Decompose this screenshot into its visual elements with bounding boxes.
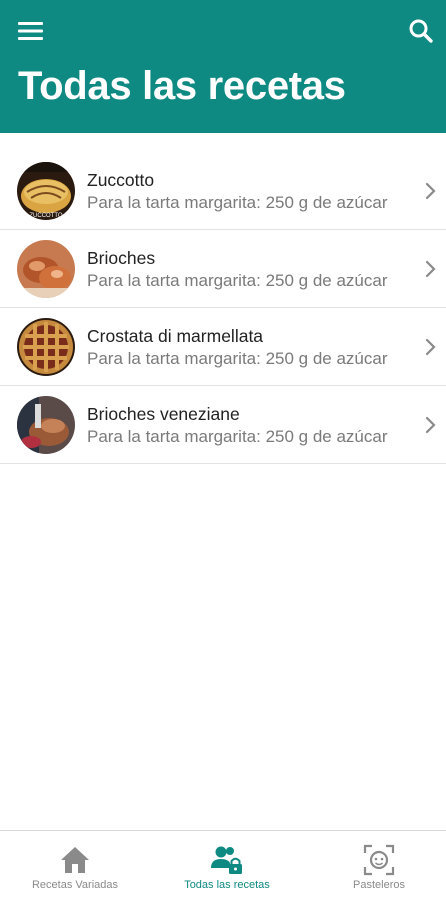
- recipe-title: Crostata di marmellata: [87, 326, 264, 346]
- nav-tab-todas-las-recetas[interactable]: Todas las recetas: [152, 831, 302, 900]
- recipe-thumbnail: [17, 240, 75, 298]
- nav-label: Pasteleros: [353, 879, 405, 891]
- chevron-right-icon: [425, 416, 436, 434]
- nav-tab-recetas-variadas[interactable]: Recetas Variadas: [0, 831, 150, 900]
- hamburger-menu-icon: [18, 22, 43, 40]
- home-icon: [61, 847, 89, 873]
- chevron-right-icon: [425, 338, 436, 356]
- list-item[interactable]: Brioches veneziane Para la tarta margari…: [0, 386, 446, 464]
- recipe-title: Zuccotto: [87, 170, 155, 190]
- list-item[interactable]: Crostata di marmellata Para la tarta mar…: [0, 308, 446, 386]
- recipe-subtitle: Para la tarta margarita: 250 g de azúcar: [87, 427, 388, 446]
- chevron-right-icon: [425, 182, 436, 200]
- recipe-thumbnail: ZUCCOTTO: [17, 162, 75, 220]
- users-lock-icon: [211, 846, 242, 874]
- recipe-subtitle: Para la tarta margarita: 250 g de azúcar: [87, 349, 388, 368]
- page-title: Todas las recetas: [18, 64, 346, 108]
- app-bar: Todas las recetas: [0, 0, 446, 133]
- face-scan-icon: [363, 844, 395, 876]
- recipe-thumbnail: [17, 396, 75, 454]
- list-item[interactable]: Brioches Para la tarta margarita: 250 g …: [0, 230, 446, 308]
- bottom-navigation: Recetas Variadas Todas las recetas Paste…: [0, 830, 446, 900]
- menu-button[interactable]: [14, 14, 48, 48]
- recipe-list: ZUCCOTTO Zuccotto Para la tarta margarit…: [0, 152, 446, 464]
- recipe-title: Brioches: [87, 248, 156, 268]
- recipe-title: Brioches veneziane: [87, 404, 240, 424]
- recipe-subtitle: Para la tarta margarita: 250 g de azúcar: [87, 271, 388, 290]
- list-item[interactable]: ZUCCOTTO Zuccotto Para la tarta margarit…: [0, 152, 446, 230]
- search-icon: [409, 19, 433, 43]
- recipe-subtitle: Para la tarta margarita: 250 g de azúcar: [87, 193, 388, 212]
- nav-label: Recetas Variadas: [31, 879, 118, 891]
- nav-tab-pasteleros[interactable]: Pasteleros: [304, 831, 446, 900]
- recipe-thumbnail: [17, 318, 75, 376]
- search-button[interactable]: [404, 14, 438, 48]
- thumbnail-caption: ZUCCOTTO: [29, 213, 63, 219]
- nav-label: Todas las recetas: [184, 879, 270, 891]
- chevron-right-icon: [425, 260, 436, 278]
